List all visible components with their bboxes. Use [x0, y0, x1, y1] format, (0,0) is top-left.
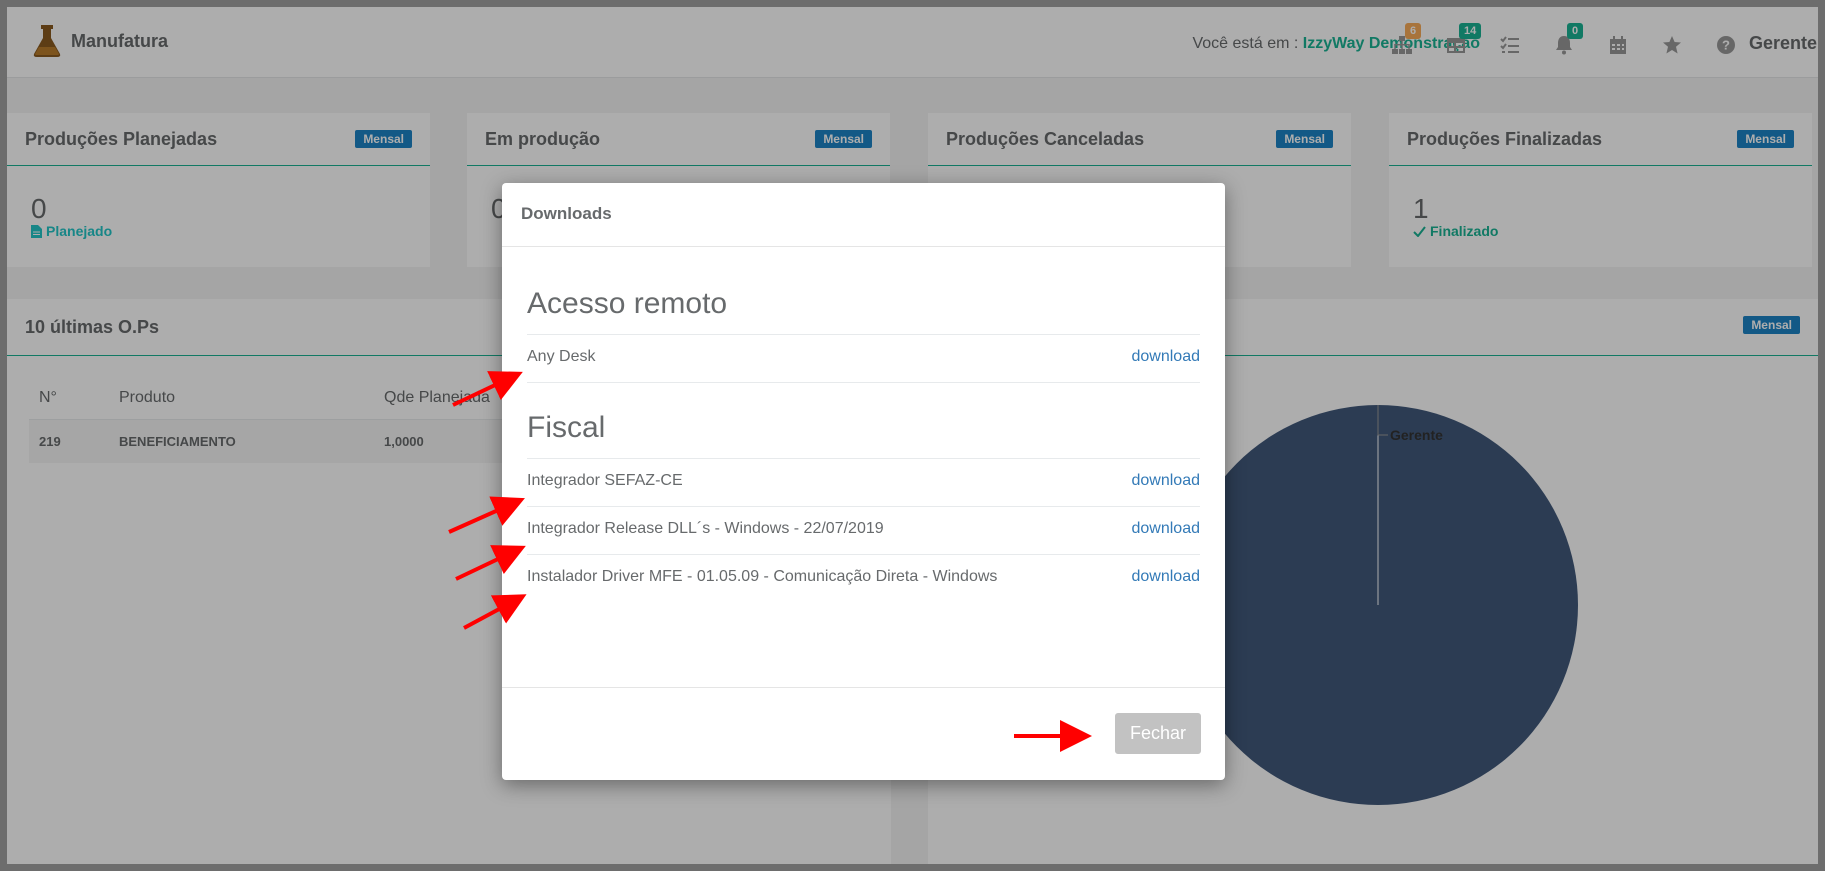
download-row-integrador-release: Integrador Release DLL´s - Windows - 22/…	[527, 507, 1200, 555]
section-heading-fiscal: Fiscal	[527, 383, 1200, 459]
download-name: Instalador Driver MFE - 01.05.09 - Comun…	[527, 568, 998, 585]
modal-header: Downloads	[502, 183, 1225, 247]
close-button[interactable]: Fechar	[1115, 713, 1201, 754]
modal-footer: Fechar	[502, 687, 1225, 781]
modal-title: Downloads	[521, 204, 612, 223]
download-link[interactable]: download	[1132, 568, 1201, 586]
download-link[interactable]: download	[1132, 520, 1201, 538]
download-name: Integrador Release DLL´s - Windows - 22/…	[527, 520, 884, 537]
download-name: Integrador SEFAZ-CE	[527, 472, 683, 489]
download-link[interactable]: download	[1132, 348, 1201, 366]
download-link[interactable]: download	[1132, 472, 1201, 490]
downloads-modal: Downloads Acesso remoto Any Desk downloa…	[502, 183, 1225, 780]
modal-body: Acesso remoto Any Desk download Fiscal I…	[527, 247, 1200, 602]
section-heading-remote-access: Acesso remoto	[527, 247, 1200, 335]
download-row-integrador-sefaz: Integrador SEFAZ-CE download	[527, 459, 1200, 507]
download-name: Any Desk	[527, 348, 596, 365]
download-row-driver-mfe: Instalador Driver MFE - 01.05.09 - Comun…	[527, 555, 1200, 602]
download-row-anydesk: Any Desk download	[527, 335, 1200, 383]
